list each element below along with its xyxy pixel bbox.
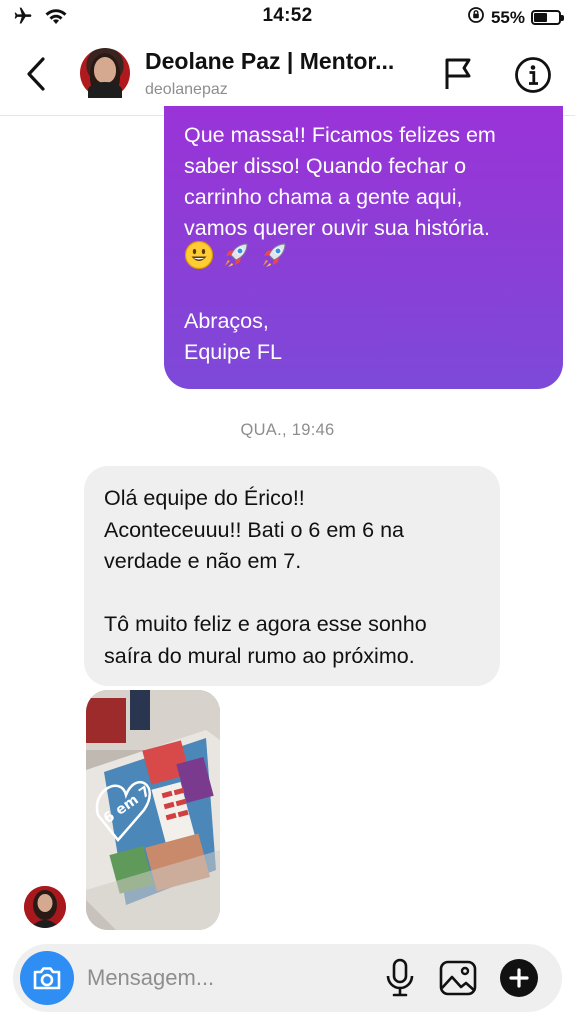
info-icon (515, 57, 551, 93)
incoming-message-bubble[interactable]: Olá equipe do Érico!! Aconteceuuu!! Bati… (84, 466, 500, 686)
report-button[interactable] (440, 56, 476, 92)
contact-name[interactable]: Deolane Paz | Mentor... (145, 48, 427, 75)
rocket-emoji-icon (258, 239, 290, 280)
battery-percent: 55% (490, 7, 525, 27)
gallery-icon (439, 960, 477, 996)
battery-fill (534, 13, 547, 22)
voice-message-button[interactable] (383, 958, 417, 998)
incoming-photo[interactable]: 6 em 7 (86, 690, 220, 930)
avatar-image (24, 886, 66, 928)
outgoing-message-signature: Abraços, Equipe FL (184, 309, 283, 364)
battery-icon (531, 10, 564, 25)
gallery-button[interactable] (438, 958, 478, 998)
smiley-emoji-icon (184, 240, 214, 279)
outgoing-message-emojis (184, 240, 545, 275)
camera-button[interactable] (20, 951, 74, 1005)
flag-icon (445, 58, 471, 89)
status-right: 55% (467, 6, 564, 29)
outgoing-message-bubble[interactable]: Que massa!! Ficamos felizes em saber dis… (164, 106, 563, 389)
back-chevron-icon (27, 57, 45, 91)
plus-icon (509, 968, 529, 988)
avatar-body (88, 82, 122, 98)
incoming-message-text: Olá equipe do Érico!! Aconteceuuu!! Bati… (104, 486, 427, 668)
orientation-lock-icon (467, 6, 485, 29)
microphone-icon (386, 958, 414, 997)
sender-avatar[interactable] (24, 886, 66, 928)
info-button[interactable] (514, 56, 552, 94)
camera-icon (33, 967, 61, 990)
rocket-emoji-icon (220, 239, 252, 280)
message-timestamp: QUA., 19:46 (240, 421, 335, 439)
message-input[interactable] (87, 958, 377, 998)
avatar-face (94, 57, 116, 83)
message-composer (13, 944, 562, 1012)
photo-content: 6 em 7 (86, 690, 220, 930)
add-content-button[interactable] (500, 959, 538, 997)
outgoing-message-text: Que massa!! Ficamos felizes em saber dis… (184, 123, 496, 240)
contact-avatar[interactable] (80, 48, 130, 98)
back-button[interactable] (18, 52, 54, 96)
chat-header: Deolane Paz | Mentor... deolanepaz (0, 34, 575, 116)
contact-username[interactable]: deolanepaz (145, 81, 228, 99)
status-bar: 14:52 55% (0, 0, 575, 34)
